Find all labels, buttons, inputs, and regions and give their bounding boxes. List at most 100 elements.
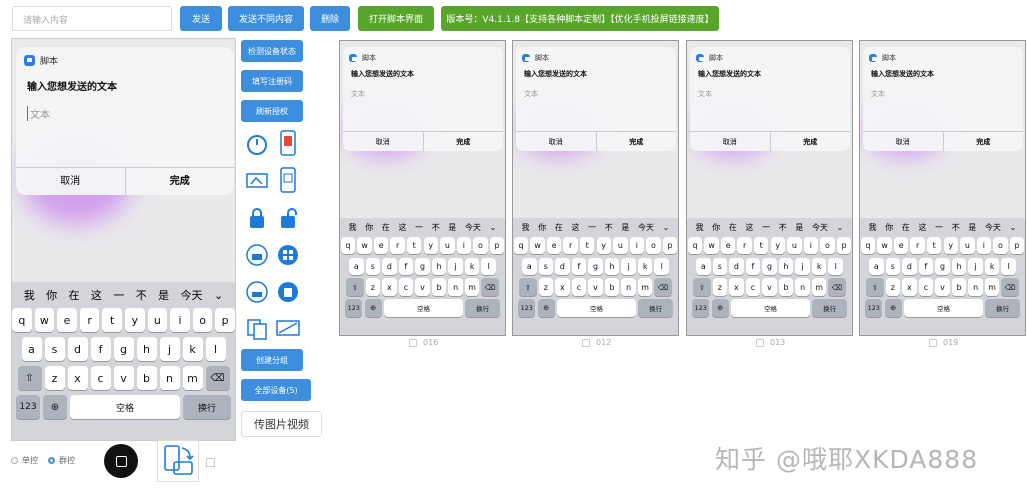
- key-g[interactable]: g: [762, 257, 777, 275]
- candidate-word[interactable]: 不: [779, 222, 787, 233]
- key-e[interactable]: e: [546, 236, 562, 254]
- candidate-word[interactable]: 你: [365, 222, 373, 233]
- dialog-text-field[interactable]: 文本: [698, 89, 712, 99]
- key-o[interactable]: o: [646, 236, 661, 254]
- shift-key[interactable]: ⇧: [17, 366, 42, 390]
- key-j[interactable]: j: [968, 257, 983, 275]
- key-l[interactable]: l: [828, 257, 843, 275]
- key-f[interactable]: f: [571, 257, 587, 275]
- key-m[interactable]: m: [984, 278, 1000, 296]
- key-w[interactable]: w: [530, 236, 545, 254]
- create-group-button[interactable]: 创建分组: [241, 349, 303, 371]
- key-n[interactable]: n: [159, 366, 180, 390]
- key-p[interactable]: p: [836, 236, 852, 254]
- dialog-text-field[interactable]: 文本: [351, 89, 365, 99]
- phone-mirror-icon[interactable]: [276, 167, 300, 193]
- candidate-word[interactable]: 是: [158, 287, 169, 303]
- dialog-cancel-button[interactable]: 取消: [863, 132, 943, 151]
- key-u[interactable]: u: [960, 236, 975, 254]
- dialog-done-button[interactable]: 完成: [124, 168, 235, 195]
- candidate-word[interactable]: 我: [522, 222, 530, 233]
- volume-up-icon[interactable]: [245, 243, 269, 267]
- candidate-word[interactable]: 今天: [465, 222, 481, 233]
- key-y[interactable]: y: [596, 236, 611, 254]
- key-k[interactable]: k: [984, 257, 1000, 275]
- key-i[interactable]: i: [456, 236, 472, 254]
- apps-grid-icon[interactable]: [276, 243, 300, 267]
- key-p[interactable]: p: [489, 236, 505, 254]
- shift-key[interactable]: ⇧: [346, 278, 364, 296]
- enter-key[interactable]: 换行: [985, 299, 1020, 317]
- collapse-keyboard-icon[interactable]: ⌄: [1010, 223, 1017, 232]
- key-v[interactable]: v: [415, 278, 430, 296]
- key-a[interactable]: a: [349, 257, 364, 275]
- key-n[interactable]: n: [448, 278, 463, 296]
- candidate-word[interactable]: 我: [869, 222, 877, 233]
- enter-key[interactable]: 换行: [183, 395, 231, 419]
- key-c[interactable]: c: [745, 278, 761, 296]
- key-d[interactable]: d: [382, 257, 397, 275]
- key-y[interactable]: y: [125, 308, 145, 332]
- key-g[interactable]: g: [415, 257, 430, 275]
- key-s[interactable]: s: [538, 257, 554, 275]
- rotate-screen-button[interactable]: [157, 440, 199, 482]
- candidate-word[interactable]: 一: [415, 222, 423, 233]
- numbers-key[interactable]: 123: [692, 299, 710, 317]
- delete-button[interactable]: 删除: [310, 6, 350, 31]
- send-different-button[interactable]: 发送不同内容: [228, 6, 304, 31]
- candidate-word[interactable]: 你: [538, 222, 546, 233]
- space-key[interactable]: 空格: [556, 299, 637, 317]
- dialog-cancel-button[interactable]: 取消: [343, 132, 423, 151]
- key-k[interactable]: k: [811, 257, 827, 275]
- key-d[interactable]: d: [729, 257, 744, 275]
- key-o[interactable]: o: [473, 236, 488, 254]
- backspace-key[interactable]: ⌫: [481, 278, 499, 296]
- shift-key[interactable]: ⇧: [693, 278, 711, 296]
- key-d[interactable]: d: [67, 337, 88, 361]
- key-r[interactable]: r: [390, 236, 405, 254]
- key-u[interactable]: u: [787, 236, 802, 254]
- candidate-word[interactable]: 一: [762, 222, 770, 233]
- dialog-done-button[interactable]: 完成: [422, 132, 504, 151]
- key-v[interactable]: v: [113, 366, 134, 390]
- dialog-cancel-button[interactable]: 取消: [516, 132, 596, 151]
- numbers-key[interactable]: 123: [345, 299, 363, 317]
- main-device-screen[interactable]: 脚本 输入您想发送的文本 文本 取消 完成 我你在这一不是今天 ⌄ q w e r t y u i…: [11, 38, 236, 441]
- key-k[interactable]: k: [182, 337, 203, 361]
- key-m[interactable]: m: [637, 278, 653, 296]
- key-q[interactable]: q: [12, 308, 32, 332]
- key-f[interactable]: f: [918, 257, 934, 275]
- dialog-done-button[interactable]: 完成: [942, 132, 1024, 151]
- key-f[interactable]: f: [745, 257, 761, 275]
- backspace-key[interactable]: ⌫: [654, 278, 672, 296]
- globe-icon[interactable]: ⊕: [711, 299, 729, 317]
- key-n[interactable]: n: [795, 278, 810, 296]
- key-r[interactable]: r: [737, 236, 752, 254]
- globe-icon[interactable]: ⊕: [364, 299, 382, 317]
- key-b[interactable]: b: [136, 366, 157, 390]
- key-t[interactable]: t: [580, 236, 595, 254]
- key-r[interactable]: r: [79, 308, 100, 332]
- candidate-word[interactable]: 是: [448, 222, 456, 233]
- send-button[interactable]: 发送: [180, 6, 222, 31]
- enter-key[interactable]: 换行: [812, 299, 847, 317]
- device-screen-012[interactable]: 脚本 输入您想发送的文本 文本 取消 完成我你在这一不是今天 ⌄ q w e r t y u i o p a s d…: [512, 40, 679, 336]
- candidate-word[interactable]: 这: [91, 287, 102, 303]
- key-h[interactable]: h: [951, 257, 967, 275]
- detect-device-button[interactable]: 检测设备状态: [241, 40, 303, 62]
- candidate-word[interactable]: 在: [555, 222, 563, 233]
- shift-key[interactable]: ⇧: [866, 278, 884, 296]
- key-x[interactable]: x: [382, 278, 397, 296]
- home-button[interactable]: [104, 444, 138, 478]
- dialog-text-field[interactable]: 文本: [27, 106, 50, 121]
- key-p[interactable]: p: [215, 308, 235, 332]
- key-j[interactable]: j: [159, 337, 180, 361]
- collapse-keyboard-icon[interactable]: ⌄: [837, 223, 844, 232]
- key-t[interactable]: t: [754, 236, 769, 254]
- key-l[interactable]: l: [1001, 257, 1016, 275]
- key-z[interactable]: z: [365, 278, 381, 296]
- dialog-text-field[interactable]: 文本: [524, 89, 538, 99]
- key-i[interactable]: i: [803, 236, 819, 254]
- key-h[interactable]: h: [431, 257, 447, 275]
- key-u[interactable]: u: [440, 236, 455, 254]
